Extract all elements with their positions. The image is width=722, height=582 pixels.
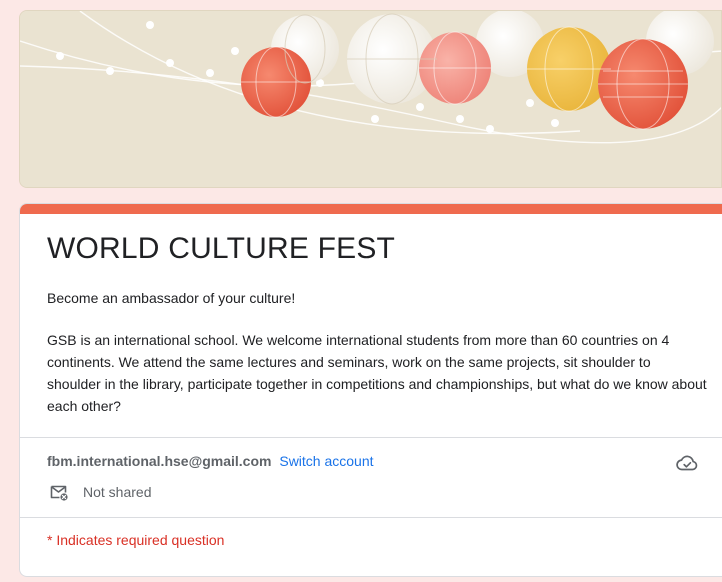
form-page: WORLD CULTURE FEST Become an ambassador … xyxy=(0,0,722,582)
cloud-check-icon[interactable] xyxy=(675,451,699,475)
form-title: WORLD CULTURE FEST xyxy=(47,232,396,265)
shared-status-label: Not shared xyxy=(83,484,152,500)
sharing-status: Not shared xyxy=(49,482,151,502)
header-banner-image xyxy=(19,10,722,188)
account-row: fbm.international.hse@gmail.com Switch a… xyxy=(47,453,374,469)
form-subtitle: Become an ambassador of your culture! xyxy=(47,290,296,306)
required-question-note: * Indicates required question xyxy=(47,532,225,548)
form-description: GSB is an international school. We welco… xyxy=(47,332,707,414)
divider xyxy=(20,517,722,518)
account-email: fbm.international.hse@gmail.com xyxy=(47,453,272,469)
card-accent-bar xyxy=(20,204,722,214)
form-header-card: WORLD CULTURE FEST Become an ambassador … xyxy=(19,203,722,577)
mail-not-shared-icon xyxy=(50,485,68,501)
divider xyxy=(20,437,722,438)
lanterns-illustration xyxy=(20,11,721,187)
switch-account-link[interactable]: Switch account xyxy=(279,453,373,469)
